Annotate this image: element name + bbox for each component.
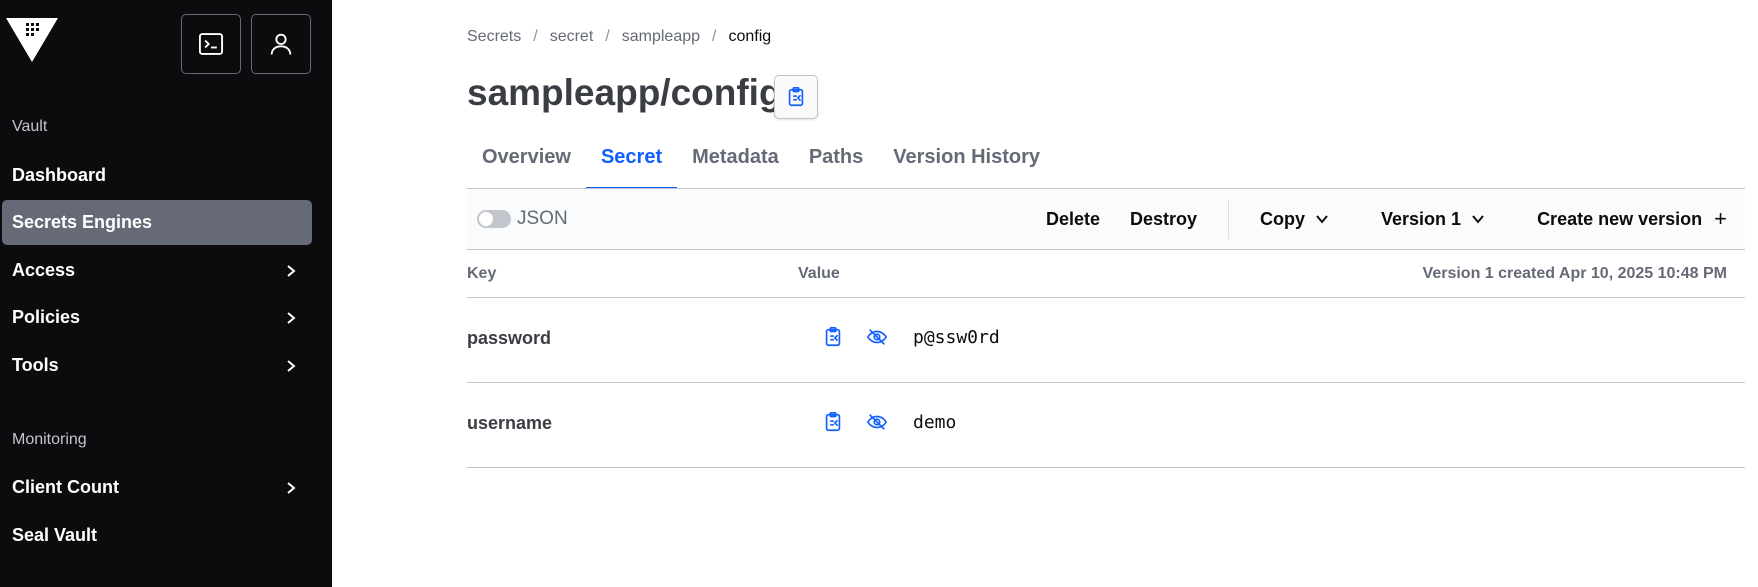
breadcrumb-current: config bbox=[728, 28, 772, 45]
section-heading-vault: Vault bbox=[12, 118, 48, 135]
sidebar-item-client-count[interactable]: Client Count bbox=[2, 465, 312, 510]
toolbar-divider bbox=[1228, 199, 1230, 239]
value-column-header: Value bbox=[798, 265, 840, 282]
sidebar-item-tools[interactable]: Tools bbox=[2, 343, 312, 388]
copy-value-button[interactable] bbox=[820, 409, 846, 435]
breadcrumb-link-secrets[interactable]: Secrets bbox=[467, 28, 521, 46]
plus-icon: + bbox=[1714, 206, 1727, 231]
breadcrumb-separator: / bbox=[712, 28, 717, 45]
version-created-info: Version 1 created Apr 10, 2025 10:48 PM bbox=[1422, 265, 1727, 282]
json-toggle[interactable] bbox=[477, 210, 511, 228]
delete-button[interactable]: Delete bbox=[1031, 189, 1115, 249]
sidebar-item-label: Client Count bbox=[12, 477, 119, 497]
sidebar-item-label: Seal Vault bbox=[12, 525, 98, 545]
section-heading-monitoring: Monitoring bbox=[12, 431, 87, 448]
secret-table-header: Key Value Version 1 created Apr 10, 2025… bbox=[467, 250, 1745, 298]
page-title: sampleapp/config bbox=[467, 72, 782, 113]
sidebar-item-label: Policies bbox=[12, 307, 81, 327]
table-row: password p@ssw0rd bbox=[467, 298, 1745, 383]
secret-value: demo bbox=[913, 412, 957, 433]
terminal-icon bbox=[198, 33, 224, 55]
secret-toolbar: JSON Delete Destroy Copy Version 1 Creat… bbox=[467, 188, 1745, 250]
clipboard-copy-icon bbox=[825, 327, 841, 347]
key-column-header: Key bbox=[467, 265, 497, 282]
sidebar-item-access[interactable]: Access bbox=[2, 248, 312, 293]
clipboard-copy-icon bbox=[788, 87, 804, 107]
copy-value-button[interactable] bbox=[820, 324, 846, 350]
sidebar-item-label: Access bbox=[12, 260, 76, 280]
user-menu-button[interactable] bbox=[251, 14, 311, 74]
chevron-right-icon bbox=[287, 311, 296, 324]
copy-dropdown-label: Copy bbox=[1260, 208, 1306, 229]
clipboard-copy-icon bbox=[825, 412, 841, 432]
chevron-down-icon bbox=[1316, 215, 1328, 224]
tab-metadata[interactable]: Metadata bbox=[677, 140, 794, 189]
version-dropdown[interactable]: Version 1 bbox=[1366, 189, 1500, 249]
sidebar-item-secrets-engines[interactable]: Secrets Engines bbox=[2, 200, 312, 245]
main-content: Secrets / secret / sampleapp / config sa… bbox=[332, 0, 1758, 587]
eye-off-icon bbox=[866, 414, 888, 430]
tab-version-history[interactable]: Version History bbox=[878, 140, 1055, 189]
secret-key: password bbox=[467, 328, 552, 348]
sidebar-item-dashboard[interactable]: Dashboard bbox=[2, 153, 312, 198]
create-new-version-button[interactable]: Create new version + bbox=[1522, 189, 1745, 249]
tab-secret[interactable]: Secret bbox=[585, 140, 678, 189]
sidebar: Vault Dashboard Secrets Engines Access P… bbox=[0, 0, 332, 587]
copy-path-button[interactable] bbox=[774, 75, 818, 119]
sidebar-item-label: Dashboard bbox=[12, 165, 107, 185]
sidebar-item-label: Secrets Engines bbox=[12, 212, 153, 232]
create-new-version-label: Create new version bbox=[1537, 208, 1703, 229]
tab-overview[interactable]: Overview bbox=[467, 140, 586, 189]
tab-paths[interactable]: Paths bbox=[794, 140, 878, 189]
version-dropdown-label: Version 1 bbox=[1381, 208, 1462, 229]
destroy-button[interactable]: Destroy bbox=[1115, 189, 1212, 249]
toggle-visibility-button[interactable] bbox=[864, 324, 890, 350]
eye-off-icon bbox=[866, 329, 888, 345]
vault-logo-icon[interactable] bbox=[6, 18, 58, 68]
console-button[interactable] bbox=[181, 14, 241, 74]
secret-key: username bbox=[467, 413, 553, 433]
copy-dropdown[interactable]: Copy bbox=[1245, 189, 1344, 249]
user-icon bbox=[270, 33, 292, 55]
tab-bar: Overview Secret Metadata Paths Version H… bbox=[467, 140, 1055, 189]
breadcrumb-link-secret[interactable]: secret bbox=[550, 28, 594, 46]
breadcrumb-separator: / bbox=[605, 28, 610, 45]
sidebar-item-seal-vault[interactable]: Seal Vault bbox=[2, 513, 312, 558]
breadcrumb-separator: / bbox=[533, 28, 538, 45]
secret-value: p@ssw0rd bbox=[913, 327, 1000, 348]
table-row: username demo bbox=[467, 383, 1745, 468]
json-toggle-label: JSON bbox=[517, 208, 568, 229]
breadcrumb: Secrets / secret / sampleapp / config bbox=[467, 28, 771, 46]
chevron-right-icon bbox=[287, 264, 296, 277]
chevron-down-icon bbox=[1472, 215, 1484, 224]
chevron-right-icon bbox=[287, 359, 296, 372]
sidebar-item-label: Tools bbox=[12, 355, 59, 375]
toggle-visibility-button[interactable] bbox=[864, 409, 890, 435]
sidebar-item-policies[interactable]: Policies bbox=[2, 295, 312, 340]
breadcrumb-link-sampleapp[interactable]: sampleapp bbox=[622, 28, 700, 46]
chevron-right-icon bbox=[287, 481, 296, 494]
